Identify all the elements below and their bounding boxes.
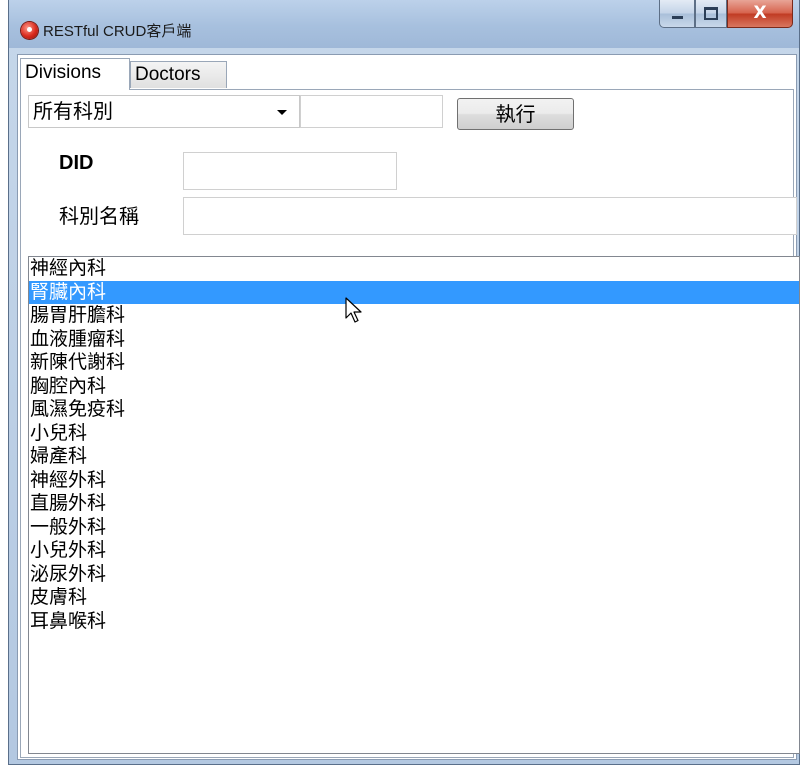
did-label: DID [59,152,94,174]
list-item[interactable]: 風濕免疫科 [29,398,799,422]
list-item[interactable]: 一般外科 [29,516,799,540]
app-icon [21,22,38,39]
list-item[interactable]: 神經外科 [29,469,799,493]
list-item[interactable]: 腸胃肝膽科 [29,304,799,328]
division-filter-value: 所有科別 [33,99,113,123]
list-item-selected[interactable]: 腎臟內科 [29,280,799,304]
list-item[interactable]: 直腸外科 [29,492,799,516]
division-list[interactable]: 神經內科 腎臟內科 腸胃肝膽科 血液腫瘤科 新陳代謝科 胸腔內科 風濕免疫科 小… [28,256,800,754]
list-item[interactable]: 血液腫瘤科 [29,328,799,352]
tab-doctors[interactable]: Doctors [130,61,227,88]
division-name-field[interactable] [183,197,797,235]
chevron-down-icon [277,110,287,115]
list-item[interactable]: 泌尿外科 [29,563,799,587]
list-item[interactable]: 神經內科 [29,257,799,281]
run-button[interactable]: 執行 [457,98,574,130]
window-title: RESTful CRUD客戶端 [43,23,192,40]
maximize-icon [704,7,718,20]
list-item[interactable]: 小兒科 [29,422,799,446]
maximize-button[interactable] [695,0,727,28]
minimize-icon [671,16,683,19]
mouse-pointer-icon [345,297,362,323]
list-item[interactable]: 皮膚科 [29,586,799,610]
close-button[interactable]: X [727,0,793,28]
query-input[interactable] [300,95,443,128]
list-item[interactable]: 胸腔內科 [29,375,799,399]
divisions-panel: 所有科別 執行 DID 科別名稱 神經內科 腎臟內科 腸胃肝膽科 血液腫瘤科 新… [20,89,800,758]
division-filter-select[interactable]: 所有科別 [28,95,300,128]
list-item[interactable]: 新陳代謝科 [29,351,799,375]
client-area: Divisions Doctors 所有科別 執行 DID 科別名稱 神經內科 … [17,54,800,760]
minimize-button[interactable] [659,0,695,28]
app-window: RESTful CRUD客戶端 X Divisions Doctors 所有科別… [8,0,800,765]
division-name-label: 科別名稱 [59,204,139,228]
title-bar[interactable]: RESTful CRUD客戶端 X [9,0,799,48]
list-item[interactable]: 婦產科 [29,445,799,469]
tab-divisions[interactable]: Divisions [20,58,130,90]
list-item[interactable]: 耳鼻喉科 [29,610,799,634]
list-item[interactable]: 小兒外科 [29,539,799,563]
close-icon: X [753,3,767,23]
did-field[interactable] [183,152,397,190]
